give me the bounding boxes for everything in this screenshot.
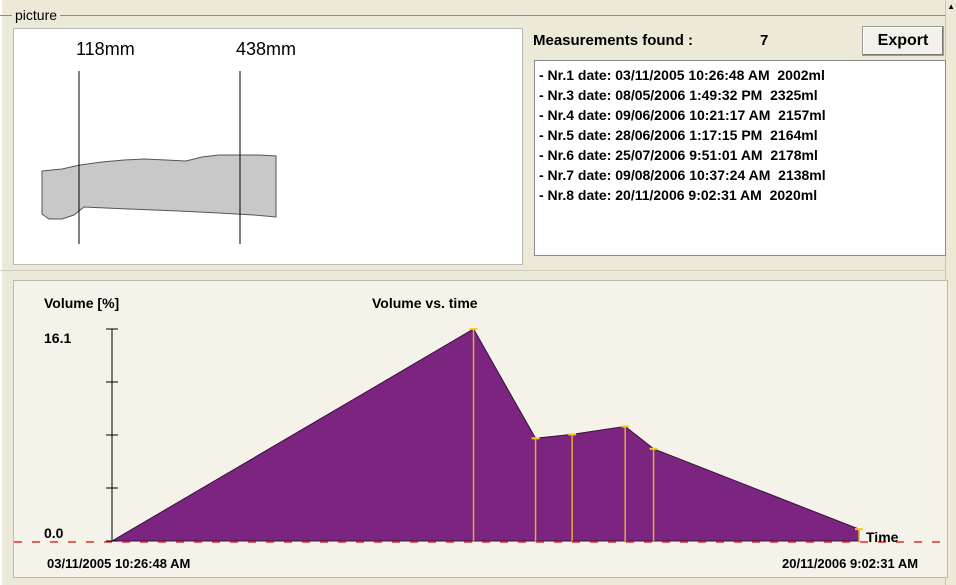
measured-shape: [41, 154, 277, 220]
volume-chart: Volume [%] Volume vs. time 16.1 0.0 Time…: [14, 295, 947, 571]
scroll-up-icon[interactable]: ▲: [947, 2, 955, 11]
export-button[interactable]: Export: [862, 26, 944, 56]
list-item[interactable]: - Nr.5 date: 28/06/2006 1:17:15 PM 2164m…: [535, 125, 945, 145]
list-item[interactable]: - Nr.4 date: 09/06/2006 10:21:17 AM 2157…: [535, 105, 945, 125]
list-item[interactable]: - Nr.3 date: 08/05/2006 1:49:32 PM 2325m…: [535, 85, 945, 105]
y-axis-label: Volume [%]: [44, 295, 119, 311]
y-tick-label-top: 16.1: [44, 330, 71, 346]
chart-panel: Volume [%] Volume vs. time 16.1 0.0 Time…: [13, 280, 948, 578]
chart-title: Volume vs. time: [372, 295, 478, 311]
x-end-label: 20/11/2006 9:02:31 AM: [782, 556, 918, 571]
measurements-label: Measurements found :: [533, 32, 694, 49]
list-item[interactable]: - Nr.1 date: 03/11/2005 10:26:48 AM 2002…: [535, 65, 945, 85]
x-axis-label: Time: [866, 529, 899, 545]
group-title: picture: [12, 7, 61, 23]
list-item[interactable]: - Nr.8 date: 20/11/2006 9:02:31 AM 2020m…: [535, 185, 945, 205]
volume-area: [110, 328, 860, 542]
picture-panel: 118mm 438mm: [13, 28, 523, 265]
measurements-count: 7: [760, 32, 769, 49]
list-item[interactable]: - Nr.7 date: 09/08/2006 10:37:24 AM 2138…: [535, 165, 945, 185]
shape-picture: [41, 71, 277, 244]
group-border: [0, 15, 946, 16]
marker-label-right: 438mm: [236, 39, 297, 59]
x-start-label: 03/11/2005 10:26:48 AM: [47, 556, 190, 571]
section-divider: [0, 270, 946, 271]
marker-label-left: 118mm: [76, 39, 135, 59]
y-tick-label-bottom: 0.0: [44, 525, 64, 541]
measurements-list[interactable]: - Nr.1 date: 03/11/2005 10:26:48 AM 2002…: [534, 60, 946, 256]
list-item[interactable]: - Nr.6 date: 25/07/2006 9:51:01 AM 2178m…: [535, 145, 945, 165]
